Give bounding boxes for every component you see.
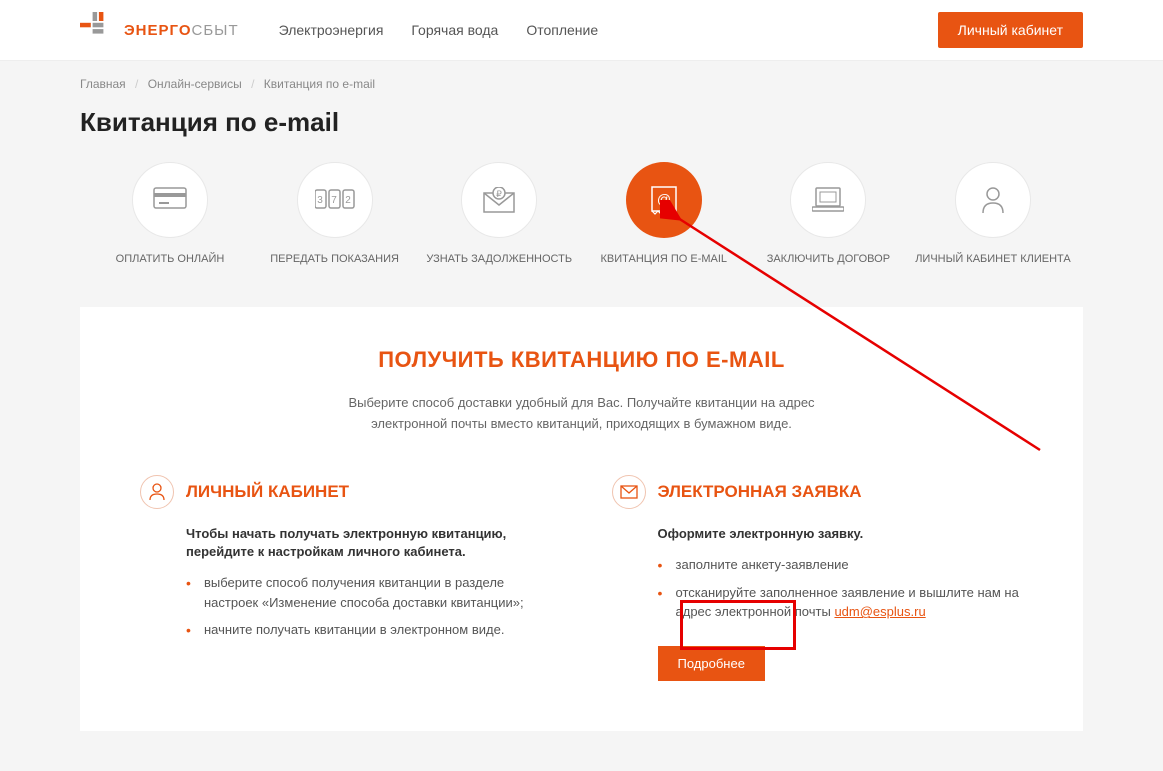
nav-electricity[interactable]: Электроэнергия [279, 22, 384, 38]
panel-title: ПОЛУЧИТЬ КВИТАНЦИЮ ПО E-MAIL [140, 347, 1023, 373]
main-nav: Электроэнергия Горячая вода Отопление [279, 22, 938, 38]
column-account-intro: Чтобы начать получать электронную квитан… [186, 525, 552, 561]
service-circles: ОПЛАТИТЬ ОНЛАЙН 372 ПЕРЕДАТЬ ПОКАЗАНИЯ ₽… [80, 162, 1083, 267]
mail-outline-icon [612, 475, 646, 509]
email-link[interactable]: udm@esplus.ru [834, 604, 925, 619]
service-email-invoice[interactable]: @ КВИТАНЦИЯ ПО E-MAIL [584, 162, 744, 267]
breadcrumb-home[interactable]: Главная [80, 77, 126, 91]
list-item: начните получать квитанции в электронном… [186, 620, 552, 640]
person-outline-icon [140, 475, 174, 509]
column-account-list: выберите способ получения квитанции в ра… [186, 573, 552, 640]
list-item: выберите способ получения квитанции в ра… [186, 573, 552, 612]
svg-text:2: 2 [345, 195, 351, 206]
svg-text:3: 3 [317, 195, 323, 206]
service-contract[interactable]: ЗАКЛЮЧИТЬ ДОГОВОР [748, 162, 908, 267]
main-header: ЭНЕРГОСБЫТ Электроэнергия Горячая вода О… [0, 0, 1163, 61]
card-icon [153, 187, 187, 213]
laptop-icon [812, 187, 844, 213]
svg-text:@: @ [657, 191, 671, 207]
envelope-ruble-icon: ₽ [483, 187, 515, 213]
breadcrumb: Главная / Онлайн-сервисы / Квитанция по … [80, 61, 1083, 107]
nav-heating[interactable]: Отопление [526, 22, 598, 38]
column-account: ЛИЧНЫЙ КАБИНЕТ Чтобы начать получать эле… [140, 475, 552, 681]
column-application: ЭЛЕКТРОННАЯ ЗАЯВКА Оформите электронную … [612, 475, 1024, 681]
service-pay-online[interactable]: ОПЛАТИТЬ ОНЛАЙН [90, 162, 250, 267]
svg-text:7: 7 [331, 195, 337, 206]
svg-text:₽: ₽ [496, 189, 502, 199]
column-application-intro: Оформите электронную заявку. [658, 525, 1024, 543]
list-item: отсканируйте заполненное заявление и выш… [658, 583, 1024, 622]
logo[interactable]: ЭНЕРГОСБЫТ [80, 12, 239, 48]
column-application-list: заполните анкету-заявление отсканируйте … [658, 555, 1024, 622]
service-submit-readings[interactable]: 372 ПЕРЕДАТЬ ПОКАЗАНИЯ [255, 162, 415, 267]
panel-subtitle: Выберите способ доставки удобный для Вас… [342, 393, 822, 435]
login-button[interactable]: Личный кабинет [938, 12, 1083, 48]
breadcrumb-current: Квитанция по e-mail [264, 77, 375, 91]
service-check-debt[interactable]: ₽ УЗНАТЬ ЗАДОЛЖЕННОСТЬ [419, 162, 579, 267]
nav-hot-water[interactable]: Горячая вода [411, 22, 498, 38]
column-application-title: ЭЛЕКТРОННАЯ ЗАЯВКА [658, 482, 862, 502]
meter-icon: 372 [315, 188, 355, 212]
breadcrumb-services[interactable]: Онлайн-сервисы [148, 77, 242, 91]
more-button[interactable]: Подробнее [658, 646, 765, 681]
logo-icon [80, 12, 116, 48]
column-account-title: ЛИЧНЫЙ КАБИНЕТ [186, 482, 349, 502]
receipt-at-icon: @ [650, 185, 678, 215]
page-title: Квитанция по e-mail [80, 107, 1083, 138]
content-panel: ПОЛУЧИТЬ КВИТАНЦИЮ ПО E-MAIL Выберите сп… [80, 307, 1083, 730]
logo-text: ЭНЕРГОСБЫТ [124, 22, 239, 39]
person-icon [981, 186, 1005, 214]
list-item: заполните анкету-заявление [658, 555, 1024, 575]
service-account[interactable]: ЛИЧНЫЙ КАБИНЕТ КЛИЕНТА [913, 162, 1073, 267]
